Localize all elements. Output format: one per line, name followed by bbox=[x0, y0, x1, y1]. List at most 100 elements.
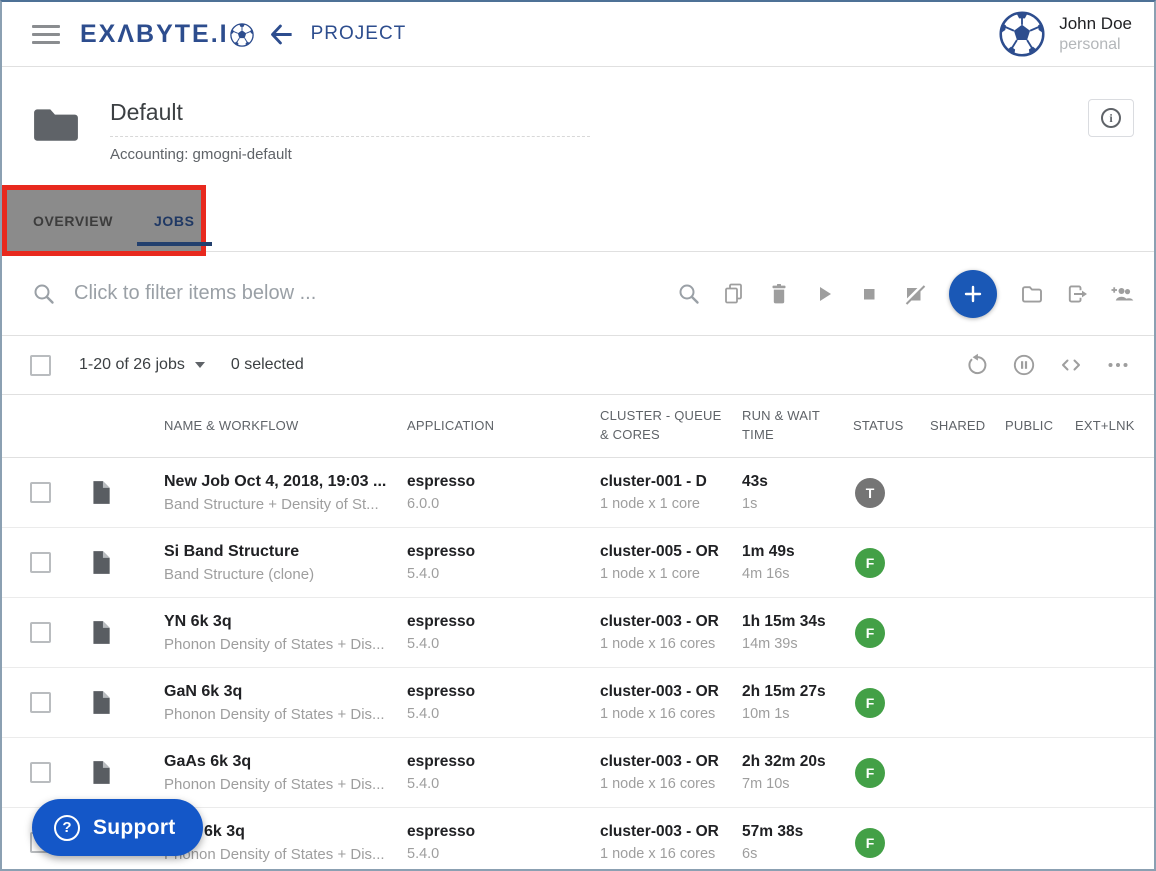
table-row[interactable]: Si Band StructureBand Structure (clone) … bbox=[2, 528, 1154, 598]
col-status[interactable]: STATUS bbox=[853, 417, 930, 436]
job-workflow: Band Structure (clone) bbox=[164, 566, 397, 583]
top-bar: EXΛBYTE.I PROJECT John Doe personal bbox=[2, 2, 1154, 67]
col-cluster[interactable]: CLUSTER - QUEUE & CORES bbox=[600, 407, 742, 445]
row-checkbox[interactable] bbox=[30, 482, 51, 503]
soccer-ball-icon bbox=[230, 23, 254, 47]
status-badge[interactable]: F bbox=[855, 688, 885, 718]
job-name[interactable]: GaAs 6k 3q bbox=[164, 753, 397, 771]
job-waittime: 1s bbox=[742, 496, 853, 512]
stop-icon[interactable] bbox=[857, 282, 881, 306]
job-actions bbox=[677, 270, 1134, 318]
run-icon[interactable] bbox=[812, 282, 836, 306]
add-job-button[interactable] bbox=[949, 270, 997, 318]
share-group-add-icon[interactable] bbox=[1110, 282, 1134, 306]
folder-icon bbox=[32, 103, 80, 144]
job-cluster: cluster-003 - OR bbox=[600, 753, 742, 771]
job-application: espresso bbox=[407, 473, 600, 491]
table-row[interactable]: YN 6k 3qPhonon Density of States + Dis..… bbox=[2, 598, 1154, 668]
job-application: espresso bbox=[407, 753, 600, 771]
document-icon bbox=[88, 548, 114, 577]
breadcrumb-project[interactable]: PROJECT bbox=[311, 23, 407, 45]
refresh-icon[interactable] bbox=[965, 353, 989, 377]
filter-bar: Click to filter items below ... bbox=[2, 252, 1154, 336]
user-name: John Doe bbox=[1059, 13, 1132, 34]
status-badge[interactable]: F bbox=[855, 548, 885, 578]
row-checkbox[interactable] bbox=[30, 692, 51, 713]
status-badge[interactable]: F bbox=[855, 618, 885, 648]
status-badge[interactable]: T bbox=[855, 478, 885, 508]
more-options-icon[interactable] bbox=[1106, 353, 1130, 377]
job-waittime: 7m 10s bbox=[742, 776, 853, 792]
col-name[interactable]: NAME & WORKFLOW bbox=[164, 417, 407, 436]
move-to-icon[interactable] bbox=[1065, 282, 1089, 306]
plus-icon bbox=[961, 282, 985, 306]
user-role: personal bbox=[1059, 35, 1132, 55]
info-icon: i bbox=[1101, 108, 1121, 128]
job-name[interactable]: New Job Oct 4, 2018, 19:03 ... bbox=[164, 473, 397, 491]
chevron-down-icon[interactable] bbox=[195, 362, 205, 368]
job-application: espresso bbox=[407, 543, 600, 561]
pause-icon[interactable] bbox=[1012, 353, 1036, 377]
col-extlnk[interactable]: EXT+LNK bbox=[1075, 417, 1143, 436]
user-menu[interactable]: John Doe personal bbox=[999, 11, 1132, 57]
job-workflow: Band Structure + Density of St... bbox=[164, 496, 397, 513]
table-row[interactable]: GaAs 6k 3qPhonon Density of States + Dis… bbox=[2, 738, 1154, 808]
menu-icon[interactable] bbox=[32, 25, 60, 44]
job-cluster: cluster-003 - OR bbox=[600, 683, 742, 701]
info-button[interactable]: i bbox=[1088, 99, 1134, 137]
tab-overview[interactable]: OVERVIEW bbox=[23, 190, 123, 251]
job-cores: 1 node x 16 cores bbox=[600, 846, 742, 862]
job-waittime: 4m 16s bbox=[742, 566, 853, 582]
cancel-icon[interactable] bbox=[902, 282, 926, 306]
logo-text: EXΛBYTE.I bbox=[80, 20, 229, 49]
col-run[interactable]: RUN & WAIT TIME bbox=[742, 407, 853, 445]
select-all-checkbox[interactable] bbox=[30, 355, 51, 376]
job-application: espresso bbox=[407, 823, 600, 841]
code-icon[interactable] bbox=[1059, 353, 1083, 377]
project-title[interactable]: Default bbox=[110, 99, 590, 137]
job-cluster: cluster-001 - D bbox=[600, 473, 742, 491]
job-waittime: 10m 1s bbox=[742, 706, 853, 722]
job-workflow: Phonon Density of States + Dis... bbox=[164, 846, 397, 863]
delete-icon[interactable] bbox=[767, 282, 791, 306]
job-name[interactable]: YN 6k 3q bbox=[164, 613, 397, 631]
folder-action-icon[interactable] bbox=[1020, 282, 1044, 306]
project-accounting: Accounting: gmogni-default bbox=[110, 146, 590, 163]
table-row[interactable]: New Job Oct 4, 2018, 19:03 ... Band Struc… bbox=[2, 458, 1154, 528]
job-runtime: 1h 15m 34s bbox=[742, 613, 853, 631]
document-icon bbox=[88, 758, 114, 787]
selected-count: 0 selected bbox=[231, 356, 304, 374]
app-window: EXΛBYTE.I PROJECT John Doe personal Defa… bbox=[0, 0, 1156, 871]
job-name[interactable]: GaN 6k 3q bbox=[164, 683, 397, 701]
job-name[interactable]: Si Band Structure bbox=[164, 543, 397, 561]
search-action-icon[interactable] bbox=[677, 282, 701, 306]
job-runtime: 57m 38s bbox=[742, 823, 853, 841]
job-cores: 1 node x 16 cores bbox=[600, 636, 742, 652]
job-waittime: 6s bbox=[742, 846, 853, 862]
document-icon bbox=[88, 618, 114, 647]
table-row[interactable]: GaN 6k 3qPhonon Density of States + Dis.… bbox=[2, 668, 1154, 738]
row-checkbox[interactable] bbox=[30, 552, 51, 573]
avatar[interactable] bbox=[999, 11, 1045, 57]
support-button[interactable]: ? Support bbox=[32, 799, 203, 856]
tabs-bar: OVERVIEW JOBS bbox=[2, 188, 1154, 252]
pagination-range[interactable]: 1-20 of 26 jobs bbox=[79, 356, 185, 374]
row-checkbox[interactable] bbox=[30, 622, 51, 643]
col-shared[interactable]: SHARED bbox=[930, 417, 1005, 436]
filter-input[interactable]: Click to filter items below ... bbox=[74, 282, 316, 305]
document-icon bbox=[88, 478, 114, 507]
job-name[interactable]: 6k 3q bbox=[204, 823, 397, 841]
tab-jobs[interactable]: JOBS bbox=[137, 190, 212, 251]
job-version: 5.4.0 bbox=[407, 706, 600, 722]
back-arrow-icon[interactable] bbox=[268, 21, 295, 48]
status-badge[interactable]: F bbox=[855, 828, 885, 858]
col-public[interactable]: PUBLIC bbox=[1005, 417, 1075, 436]
copy-icon[interactable] bbox=[722, 282, 746, 306]
col-application[interactable]: APPLICATION bbox=[407, 417, 600, 436]
row-checkbox[interactable] bbox=[30, 762, 51, 783]
document-icon bbox=[88, 688, 114, 717]
job-version: 5.4.0 bbox=[407, 636, 600, 652]
status-badge[interactable]: F bbox=[855, 758, 885, 788]
job-cluster: cluster-003 - OR bbox=[600, 823, 742, 841]
logo[interactable]: EXΛBYTE.I bbox=[80, 20, 254, 49]
